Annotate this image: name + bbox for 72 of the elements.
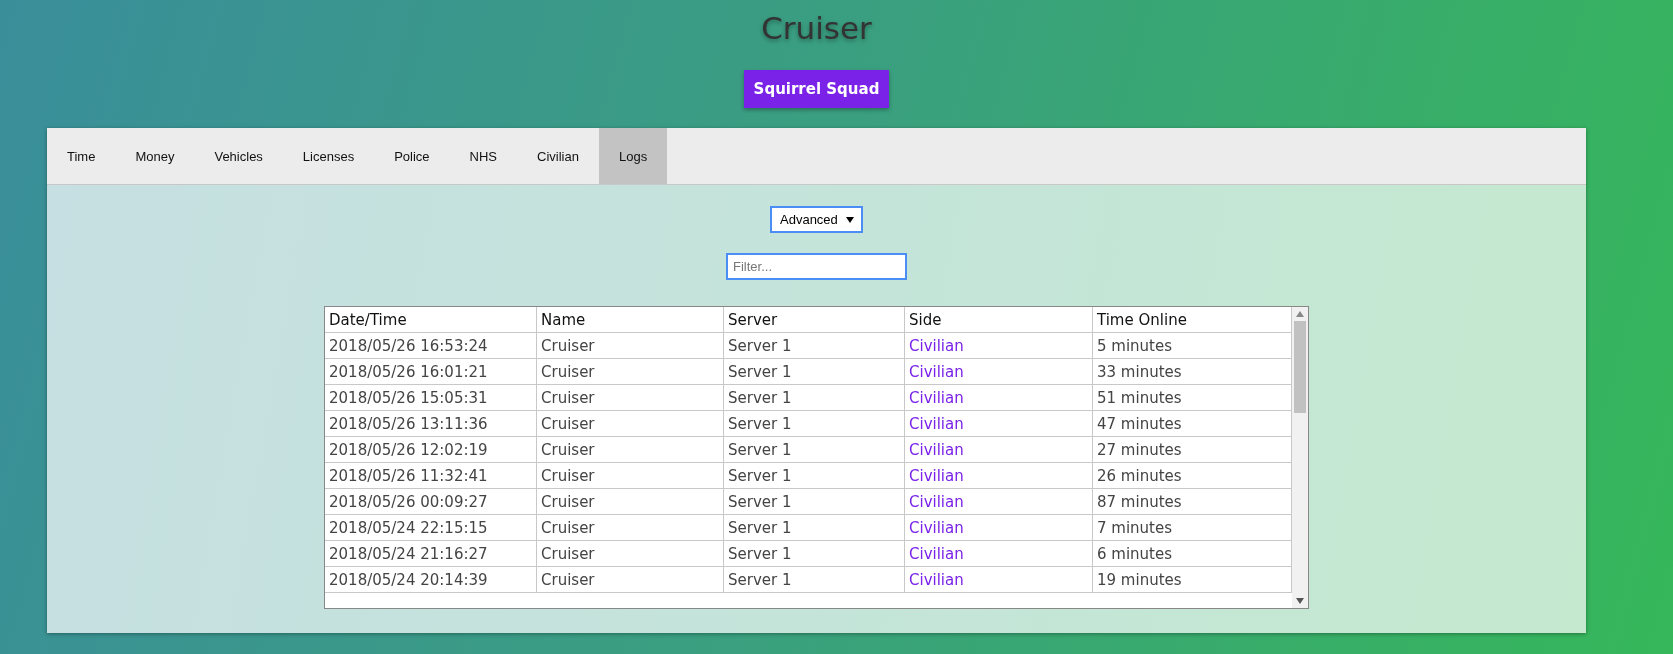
tab[interactable]: Money [115,128,195,184]
table-cell: Server 1 [723,436,905,463]
table-cell: Server 1 [723,358,905,385]
table-cell: Civilian [904,540,1093,567]
column-header: Side [904,307,1093,333]
view-select[interactable]: Advanced [770,206,863,233]
table-cell: 19 minutes [1092,566,1292,593]
table-cell: Cruiser [536,436,724,463]
table-cell: 2018/05/26 00:09:27 [325,488,537,515]
table-cell: Civilian [904,488,1093,515]
table-cell: Server 1 [723,540,905,567]
table-cell: Cruiser [536,566,724,593]
table-cell: Cruiser [536,384,724,411]
table-cell: Civilian [904,462,1093,489]
table-cell: 2018/05/26 15:05:31 [325,384,537,411]
table-cell: 2018/05/26 16:53:24 [325,332,537,359]
table-cell: 51 minutes [1092,384,1292,411]
table-cell: Server 1 [723,332,905,359]
column-header: Date/Time [325,307,537,333]
table-cell: 2018/05/26 12:02:19 [325,436,537,463]
table-cell: 5 minutes [1092,332,1292,359]
table-cell: 33 minutes [1092,358,1292,385]
table-cell: Civilian [904,436,1093,463]
table-cell: 2018/05/26 11:32:41 [325,462,537,489]
table-cell: 2018/05/24 20:14:39 [325,566,537,593]
table-cell: Server 1 [723,462,905,489]
scrollbar[interactable] [1292,307,1308,608]
table-cell: 6 minutes [1092,540,1292,567]
table-cell: Cruiser [536,332,724,359]
caret-icon [846,216,854,223]
table-cell: Cruiser [536,540,724,567]
tab[interactable]: Time [47,128,116,184]
table-cell: Server 1 [723,514,905,541]
table-cell: 87 minutes [1092,488,1292,515]
table-cell: 2018/05/26 16:01:21 [325,358,537,385]
table-cell: Cruiser [536,410,724,437]
tab[interactable]: Logs [598,128,668,184]
tab[interactable]: Civilian [517,128,599,184]
table-cell: Server 1 [723,410,905,437]
table-cell: 47 minutes [1092,410,1292,437]
table-cell: Civilian [904,358,1093,385]
tab[interactable]: Vehicles [194,128,283,184]
tab[interactable]: Licenses [282,128,375,184]
table-cell: Server 1 [723,488,905,515]
group-button[interactable]: Squirrel Squad [743,70,890,108]
filter-field[interactable]: Filter... [726,253,907,280]
scroll-down-icon[interactable] [1296,598,1304,604]
table-cell: Server 1 [723,384,905,411]
table-cell: Civilian [904,410,1093,437]
scrollbar-thumb[interactable] [1294,321,1306,413]
tab[interactable]: NHS [449,128,518,184]
table-cell: Civilian [904,332,1093,359]
column-header: Time Online [1092,307,1292,333]
table-cell: Server 1 [723,566,905,593]
table-cell: 7 minutes [1092,514,1292,541]
table-cell: Civilian [904,566,1093,593]
table-cell: Civilian [904,514,1093,541]
table-cell: 27 minutes [1092,436,1292,463]
table-cell: Cruiser [536,358,724,385]
table-cell: 26 minutes [1092,462,1292,489]
column-header: Name [536,307,724,333]
page-title: Cruiser [761,9,872,48]
table-cell: 2018/05/24 22:15:15 [325,514,537,541]
table-cell: Civilian [904,384,1093,411]
scroll-up-icon[interactable] [1296,311,1304,317]
column-header: Server [723,307,905,333]
table-cell: Cruiser [536,514,724,541]
table-cell: 2018/05/24 21:16:27 [325,540,537,567]
table-cell: Cruiser [536,462,724,489]
table-cell: 2018/05/26 13:11:36 [325,410,537,437]
table-cell: Cruiser [536,488,724,515]
tab[interactable]: Police [374,128,450,184]
